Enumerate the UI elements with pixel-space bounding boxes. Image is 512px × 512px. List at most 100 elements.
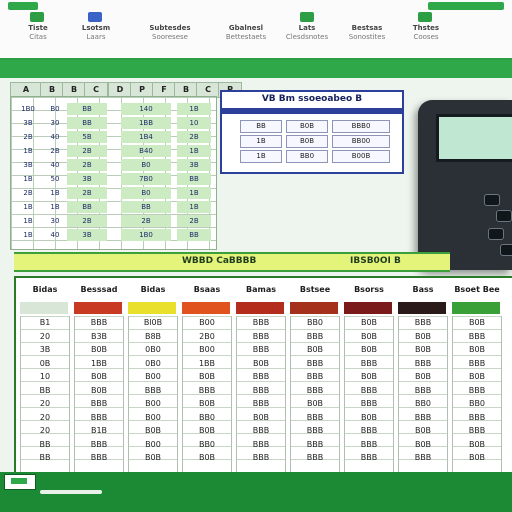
table-cell[interactable]: B0B [183,426,231,435]
grid-cell[interactable]: 30 [45,215,65,227]
table-cell[interactable]: B0B [75,386,123,395]
grid-cell[interactable]: 10 [177,117,211,129]
table-cell[interactable]: BBB [237,345,285,354]
table-cell[interactable]: BBB [291,359,339,368]
table-cell[interactable]: 2B0 [183,332,231,341]
table-cell[interactable]: B0B [453,440,501,449]
table-cell[interactable]: BBB [75,318,123,327]
table-cell[interactable]: BBB [291,440,339,449]
data-grid-left[interactable]: 1B0 B0 BB 140 1B 3B 30 BB 1BB 10 2B 40 5B 1B4 2B 1B 2B 2B… [10,96,217,250]
table-header[interactable]: Bass [398,282,448,298]
table-cell[interactable]: B0B [453,453,501,462]
ribbon-group-1[interactable]: Lsotsm Laars [70,12,122,46]
ribbon-group-2[interactable]: Subtesdes Sooresese [130,12,210,46]
table-cell[interactable]: B00 [183,345,231,354]
grid-cell[interactable]: 2B [67,159,107,171]
table-cell[interactable]: B0B [183,372,231,381]
grid-cell[interactable]: 40 [45,229,65,241]
table-cell[interactable]: BBB [237,318,285,327]
grid-cell[interactable]: 1B0 [15,103,41,115]
grid-cell[interactable]: 3B [15,159,41,171]
table-cell[interactable]: BB0 [453,399,501,408]
grid-cell[interactable]: 2B [177,131,211,143]
grid-cell[interactable]: 1B [15,201,41,213]
grid-cell[interactable]: BB [177,173,211,185]
table-cell[interactable]: BBB [291,372,339,381]
table-cell[interactable]: B0B [453,318,501,327]
table-cell[interactable]: B1 [21,318,69,327]
grid-cell[interactable]: 2B [15,187,41,199]
grid-cell[interactable]: 1B [177,103,211,115]
grid-cell[interactable]: 5B [67,131,107,143]
grid-cell[interactable]: BB [177,229,211,241]
table-cell[interactable]: B3B [75,332,123,341]
table-cell[interactable]: BBB [291,453,339,462]
grid-cell[interactable]: 1B [177,201,211,213]
grid-cell[interactable]: 140 [121,103,171,115]
grid-cell[interactable]: 2B [67,215,107,227]
ribbon-group-0[interactable]: Tiste Citas [14,12,62,46]
data-table-main[interactable]: Bidas B1 20 3B 0B 10 BB 20 20 20 BB BB Besssad BBB B3B… [14,276,512,476]
summary-cell[interactable]: B00B [332,150,390,163]
table-cell[interactable]: B00 [129,372,177,381]
table-cell[interactable]: BBB [453,332,501,341]
table-cell[interactable]: BBB [453,386,501,395]
table-cell[interactable]: BBB [345,359,393,368]
table-cell[interactable]: BBB [291,413,339,422]
table-cell[interactable]: 20 [21,426,69,435]
grid-cell[interactable]: 1B [177,145,211,157]
table-cell[interactable]: B0B [399,440,447,449]
table-cell[interactable]: 10 [21,372,69,381]
summary-cell[interactable]: B0B [286,120,328,133]
table-cell[interactable]: BBB [237,426,285,435]
table-cell[interactable]: BBB [399,359,447,368]
table-cell[interactable]: BBB [453,413,501,422]
grid-cell[interactable]: 1B4 [121,131,171,143]
table-cell[interactable]: BB [21,386,69,395]
ribbon-group-4[interactable]: Lats Clesdsnotes [282,12,332,46]
grid-cell[interactable]: 50 [45,173,65,185]
grid-cell[interactable]: B40 [121,145,171,157]
table-cell[interactable]: 20 [21,399,69,408]
table-cell[interactable]: B0B [129,426,177,435]
table-cell[interactable]: BBB [75,399,123,408]
grid-cell[interactable]: 2B [177,215,211,227]
table-cell[interactable]: BBB [399,386,447,395]
sheet-tab[interactable] [4,474,36,490]
ribbon-group-5[interactable]: Bestsas Sonostites [338,12,396,46]
grid-cell[interactable]: 1B [15,215,41,227]
table-cell[interactable]: BBB [345,386,393,395]
table-cell[interactable]: B0B [399,332,447,341]
table-header[interactable]: Bsaas [182,282,232,298]
table-header[interactable]: Bamas [236,282,286,298]
grid-cell[interactable]: 3B [67,229,107,241]
table-cell[interactable]: B0B [453,345,501,354]
grid-cell[interactable]: 1B [15,173,41,185]
table-cell[interactable]: BBB [237,386,285,395]
table-cell[interactable]: B0B [183,453,231,462]
table-cell[interactable]: B0B [183,399,231,408]
summary-cell[interactable]: 1B [240,135,282,148]
grid-cell[interactable]: 3B [177,159,211,171]
grid-cell[interactable]: 2B [67,145,107,157]
summary-cell[interactable]: BB00 [332,135,390,148]
table-cell[interactable]: BBB [237,332,285,341]
table-cell[interactable]: BBB [345,399,393,408]
horizontal-scrollbar[interactable] [40,490,102,494]
table-cell[interactable]: 20 [21,413,69,422]
table-cell[interactable]: B0B [291,399,339,408]
table-cell[interactable]: B0B [129,453,177,462]
table-cell[interactable]: B0B [345,332,393,341]
table-cell[interactable]: BBB [453,359,501,368]
table-cell[interactable]: Bl0B [129,318,177,327]
summary-cell[interactable]: 1B [240,150,282,163]
table-cell[interactable]: BBB [75,440,123,449]
grid-cell[interactable]: 3B [15,117,41,129]
grid-cell[interactable]: BB [67,201,107,213]
table-header[interactable]: Bidas [20,282,70,298]
grid-cell[interactable]: 40 [45,159,65,171]
grid-cell[interactable]: 40 [45,131,65,143]
table-cell[interactable]: 0B0 [129,359,177,368]
grid-cell[interactable]: B0 [45,103,65,115]
table-cell[interactable]: BBB [237,399,285,408]
